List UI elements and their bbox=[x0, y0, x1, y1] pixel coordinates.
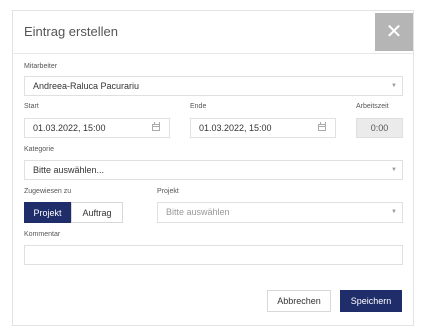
calendar-icon[interactable] bbox=[152, 122, 160, 131]
mitarbeiter-value: Andreea-Raluca Pacurariu bbox=[33, 81, 140, 91]
ende-value: 01.03.2022, 15:00 bbox=[199, 123, 272, 133]
start-date-input[interactable]: 01.03.2022, 15:00 bbox=[24, 118, 170, 138]
projekt-label: Projekt bbox=[157, 188, 179, 195]
kategorie-value: Bitte auswählen... bbox=[33, 165, 105, 175]
mitarbeiter-select[interactable]: Andreea-Raluca Pacurariu ▼ bbox=[24, 76, 403, 96]
calendar-icon[interactable] bbox=[318, 122, 326, 131]
kommentar-input[interactable] bbox=[24, 245, 403, 265]
dialog-header: Eintrag erstellen ✕ bbox=[13, 11, 413, 54]
toggle-projekt[interactable]: Projekt bbox=[24, 202, 71, 223]
projekt-placeholder: Bitte auswählen bbox=[166, 207, 230, 217]
arbeitszeit-field: 0:00 bbox=[356, 118, 403, 138]
kategorie-select[interactable]: Bitte auswählen... ▼ bbox=[24, 160, 403, 180]
ende-label: Ende bbox=[190, 103, 207, 110]
start-value: 01.03.2022, 15:00 bbox=[33, 123, 106, 133]
chevron-down-icon: ▼ bbox=[391, 83, 397, 89]
projekt-select[interactable]: Bitte auswählen ▼ bbox=[157, 202, 403, 223]
toggle-auftrag[interactable]: Auftrag bbox=[71, 202, 123, 223]
kategorie-label: Kategorie bbox=[24, 146, 54, 153]
arbeitszeit-value: 0:00 bbox=[370, 123, 389, 133]
chevron-down-icon: ▼ bbox=[391, 167, 397, 173]
zugewiesen-label: Zugewiesen zu bbox=[24, 188, 72, 195]
end-date-input[interactable]: 01.03.2022, 15:00 bbox=[190, 118, 336, 138]
create-entry-dialog: Eintrag erstellen ✕ Mitarbeiter Andreea-… bbox=[12, 10, 414, 326]
start-label: Start bbox=[24, 103, 39, 110]
arbeitszeit-label: Arbeitszeit bbox=[356, 103, 389, 110]
chevron-down-icon: ▼ bbox=[391, 209, 397, 215]
mitarbeiter-label: Mitarbeiter bbox=[24, 63, 58, 70]
cancel-button[interactable]: Abbrechen bbox=[267, 290, 331, 312]
close-icon: ✕ bbox=[385, 21, 403, 43]
save-button[interactable]: Speichern bbox=[340, 290, 402, 312]
kommentar-label: Kommentar bbox=[24, 231, 61, 238]
close-button[interactable]: ✕ bbox=[375, 13, 413, 51]
dialog-title: Eintrag erstellen bbox=[24, 24, 118, 39]
